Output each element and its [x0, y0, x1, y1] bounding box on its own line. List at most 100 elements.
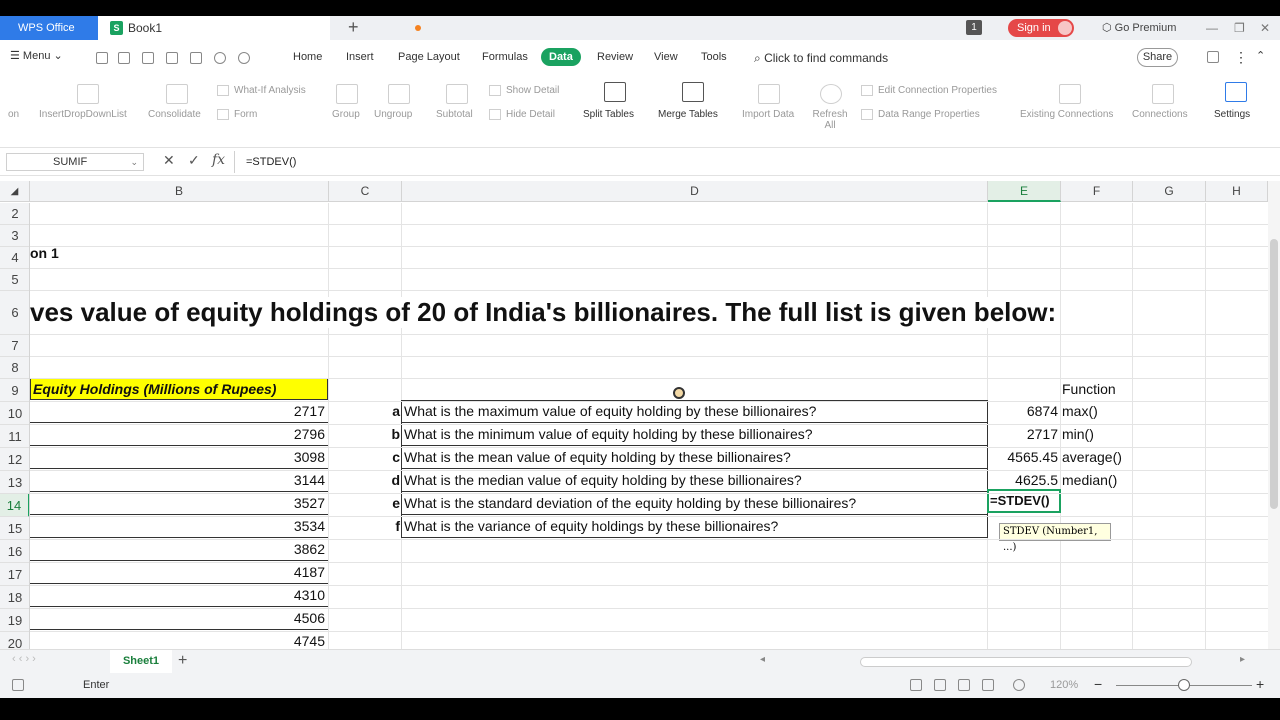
chevron-down-icon[interactable]: ⌄ [130, 154, 138, 170]
sheet-tab-sheet1[interactable]: Sheet1 [110, 650, 172, 673]
tab-view[interactable]: View [654, 51, 678, 63]
group-button[interactable]: Group [332, 109, 360, 120]
vertical-scrollbar[interactable] [1268, 181, 1280, 649]
function-cell[interactable]: min() [1062, 426, 1094, 442]
merge-tables-button[interactable]: Merge Tables [658, 109, 718, 120]
print-preview-icon[interactable] [190, 52, 202, 64]
row-header-19[interactable]: 19 [0, 609, 29, 632]
hide-detail-button[interactable]: Hide Detail [506, 109, 555, 120]
close-icon[interactable]: ✕ [1260, 16, 1270, 40]
collapse-ribbon-icon[interactable]: ⌃ [1256, 49, 1265, 62]
connections-button[interactable]: Connections [1132, 109, 1188, 120]
refresh-all-button[interactable]: Refresh All [810, 109, 850, 131]
tab-formulas[interactable]: Formulas [482, 51, 528, 63]
save-icon[interactable] [118, 52, 130, 64]
edit-connection-button[interactable]: Edit Connection Properties [878, 85, 997, 96]
restore-icon[interactable]: ❐ [1234, 16, 1245, 40]
row-header-12[interactable]: 12 [0, 448, 29, 471]
cell-b9[interactable]: Equity Holdings (Millions of Rupees) [30, 378, 328, 400]
row-header-4[interactable]: 4 [0, 247, 29, 269]
tab-insert[interactable]: Insert [346, 51, 374, 63]
command-search[interactable]: ⌕ Click to find commands [754, 51, 888, 66]
row-header-2[interactable]: 2 [0, 203, 29, 225]
row-header-17[interactable]: 17 [0, 563, 29, 586]
show-detail-button[interactable]: Show Detail [506, 85, 559, 96]
name-box[interactable]: SUMIF ⌄ [6, 153, 144, 171]
cell-b13[interactable]: 3144 [30, 469, 328, 492]
scroll-right-icon[interactable]: ▸ [1240, 654, 1245, 665]
row-header-18[interactable]: 18 [0, 586, 29, 609]
page-break-icon[interactable] [958, 679, 970, 691]
answer-cell[interactable]: 2717 [988, 426, 1058, 442]
print-icon[interactable] [166, 52, 178, 64]
fullscreen-icon[interactable] [910, 679, 922, 691]
headline-cell[interactable]: ves value of equity holdings of 20 of In… [30, 297, 1057, 328]
zoom-out-icon[interactable]: − [1094, 676, 1102, 692]
ungroup-button[interactable]: Ungroup [374, 109, 412, 120]
page-layout-icon[interactable] [982, 679, 994, 691]
horizontal-scrollbar[interactable] [860, 657, 1192, 667]
cell-b16[interactable]: 3862 [30, 538, 328, 561]
row-header-8[interactable]: 8 [0, 357, 29, 379]
column-header-d[interactable]: D [402, 181, 988, 202]
select-all-corner[interactable]: ◢ [0, 181, 30, 202]
zoom-slider-knob[interactable] [1178, 679, 1190, 691]
row-header-14[interactable]: 14 [0, 494, 29, 517]
comment-icon[interactable] [1207, 51, 1219, 63]
consolidate-button[interactable]: Consolidate [148, 109, 201, 120]
eye-protection-icon[interactable] [1013, 679, 1025, 691]
add-sheet-button[interactable]: + [178, 652, 187, 670]
insert-dropdown-button[interactable]: InsertDropDownList [39, 109, 127, 120]
cell-b11[interactable]: 2796 [30, 423, 328, 446]
wps-office-tab[interactable]: WPS Office [0, 16, 98, 40]
normal-view-icon[interactable] [934, 679, 946, 691]
zoom-level[interactable]: 120% [1050, 679, 1078, 691]
cell-b20[interactable]: 4745 [30, 630, 328, 649]
tab-tools[interactable]: Tools [701, 51, 727, 63]
sign-in-button[interactable]: Sign in [1008, 19, 1074, 37]
row-header-16[interactable]: 16 [0, 540, 29, 563]
open-icon[interactable] [96, 52, 108, 64]
row-header-7[interactable]: 7 [0, 335, 29, 357]
tab-page-layout[interactable]: Page Layout [398, 51, 460, 63]
tab-data[interactable]: Data [541, 48, 581, 66]
answer-cell[interactable]: 4625.5 [988, 472, 1058, 488]
main-menu-button[interactable]: ☰ Menu ⌄ [10, 49, 63, 62]
row-header-11[interactable]: 11 [0, 425, 29, 448]
existing-connections-button[interactable]: Existing Connections [1020, 109, 1113, 120]
import-data-button[interactable]: Import Data [742, 109, 794, 120]
ribbon-item-on[interactable]: on [8, 109, 19, 120]
form-button[interactable]: Form [234, 109, 257, 120]
cell-f9[interactable]: Function [1062, 381, 1116, 397]
scroll-thumb[interactable] [1270, 239, 1278, 509]
cell-b12[interactable]: 3098 [30, 446, 328, 469]
cell-b19[interactable]: 4506 [30, 607, 328, 630]
share-button[interactable]: Share [1137, 48, 1178, 67]
cell-b3[interactable]: on 1 [30, 245, 59, 261]
row-header-6[interactable]: 6 [0, 291, 29, 335]
sheet-nav-arrows[interactable]: ‹ ‹ › › [12, 653, 36, 665]
cancel-formula-icon[interactable]: ✕ [163, 152, 175, 169]
column-header-g[interactable]: G [1133, 181, 1206, 202]
row-header-3[interactable]: 3 [0, 225, 29, 247]
row-header-20[interactable]: 20 [0, 632, 29, 649]
tab-home[interactable]: Home [293, 51, 322, 63]
cell-b15[interactable]: 3534 [30, 515, 328, 538]
undo-icon[interactable] [214, 52, 226, 64]
data-range-button[interactable]: Data Range Properties [878, 109, 980, 120]
more-options-icon[interactable]: ⋮ [1234, 49, 1248, 66]
row-header-9[interactable]: 9 [0, 379, 29, 402]
macro-icon[interactable] [12, 679, 24, 691]
book1-tab[interactable]: S Book1 [98, 16, 421, 40]
new-tab-button[interactable]: + [348, 16, 359, 39]
confirm-formula-icon[interactable]: ✓ [188, 152, 200, 169]
function-cell[interactable]: max() [1062, 403, 1098, 419]
insert-function-icon[interactable]: fx [212, 152, 225, 168]
split-tables-button[interactable]: Split Tables [583, 109, 634, 120]
cell-grid[interactable]: on 1 ves value of equity holdings of 20 … [30, 203, 1268, 649]
cell-b17[interactable]: 4187 [30, 561, 328, 584]
row-header-5[interactable]: 5 [0, 269, 29, 291]
redo-icon[interactable] [238, 52, 250, 64]
subtotal-button[interactable]: Subtotal [436, 109, 473, 120]
formula-input[interactable]: =STDEV() [234, 151, 1280, 173]
